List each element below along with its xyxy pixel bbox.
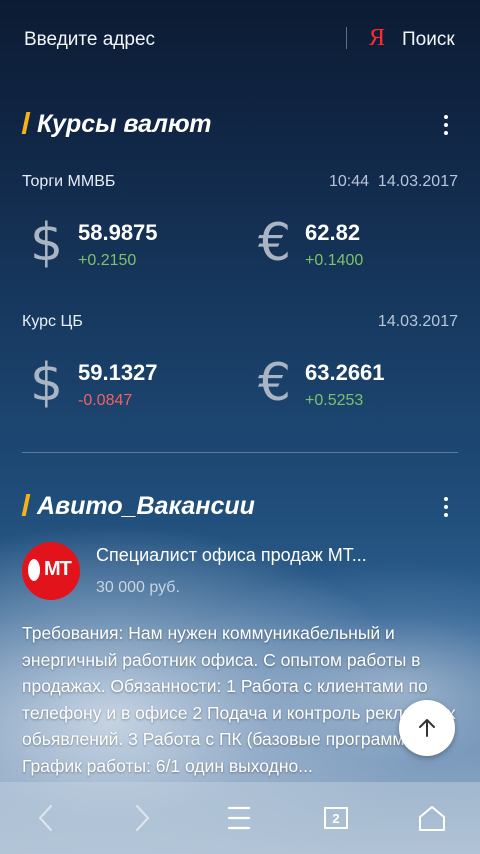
search-button[interactable]: Поиск [402,29,455,51]
widget-divider [22,452,458,453]
cbr-date: 14.03.2017 [377,313,458,330]
address-bar[interactable]: Введите адрес Я Поиск [0,0,480,78]
dollar-icon: $ [30,353,64,413]
menu-button[interactable] [209,782,269,854]
avito-widget-title: Авито_Вакансии [21,492,255,521]
currency-widget-title: Курсы валют [21,110,211,139]
moex-eur-delta: +0.1400 [305,252,364,269]
scroll-to-top-button[interactable] [399,700,455,756]
moex-usd-delta: +0.2150 [78,252,137,269]
back-icon [38,804,53,832]
job-salary: 30 000 руб. [96,579,180,596]
cbr-eur-rate: 63.2661 [305,360,385,385]
mts-logo-icon[interactable]: МТ [22,542,80,600]
job-description[interactable]: Требования: Нам нужен коммуникабельный и… [22,620,462,780]
bottom-toolbar: 2 [0,782,480,854]
moex-timestamp: 10:44 14.03.2017 [328,173,458,190]
dollar-icon: $ [30,213,64,273]
job-title-link[interactable]: Специалист офиса продаж МТ... [96,545,367,566]
menu-icon [227,806,251,830]
tabs-icon: 2 [324,807,348,829]
accent-bar [21,494,31,516]
moex-eur-rate: 62.82 [305,220,361,245]
cbr-usd-delta: -0.0847 [78,392,133,409]
cbr-usd-rate: 59.1327 [78,360,158,385]
address-divider [346,27,347,49]
moex-usd-rate: 58.9875 [78,220,158,245]
euro-icon: € [258,353,292,413]
currency-more-icon[interactable] [436,112,456,138]
accent-bar [21,112,31,134]
home-button[interactable] [402,782,462,854]
avito-more-icon[interactable] [436,494,456,520]
cbr-label: Курс ЦБ [22,313,83,330]
address-input[interactable]: Введите адрес [24,29,155,51]
moex-label: Торги ММВБ [22,173,116,190]
arrow-up-icon [419,719,435,737]
euro-icon: € [258,213,292,273]
back-button[interactable] [16,782,76,854]
tabs-button[interactable]: 2 [306,782,366,854]
forward-icon [135,804,150,832]
yandex-logo-icon[interactable]: Я [369,25,385,52]
home-icon [419,806,445,831]
cbr-eur-delta: +0.5253 [305,392,364,409]
forward-button[interactable] [112,782,172,854]
